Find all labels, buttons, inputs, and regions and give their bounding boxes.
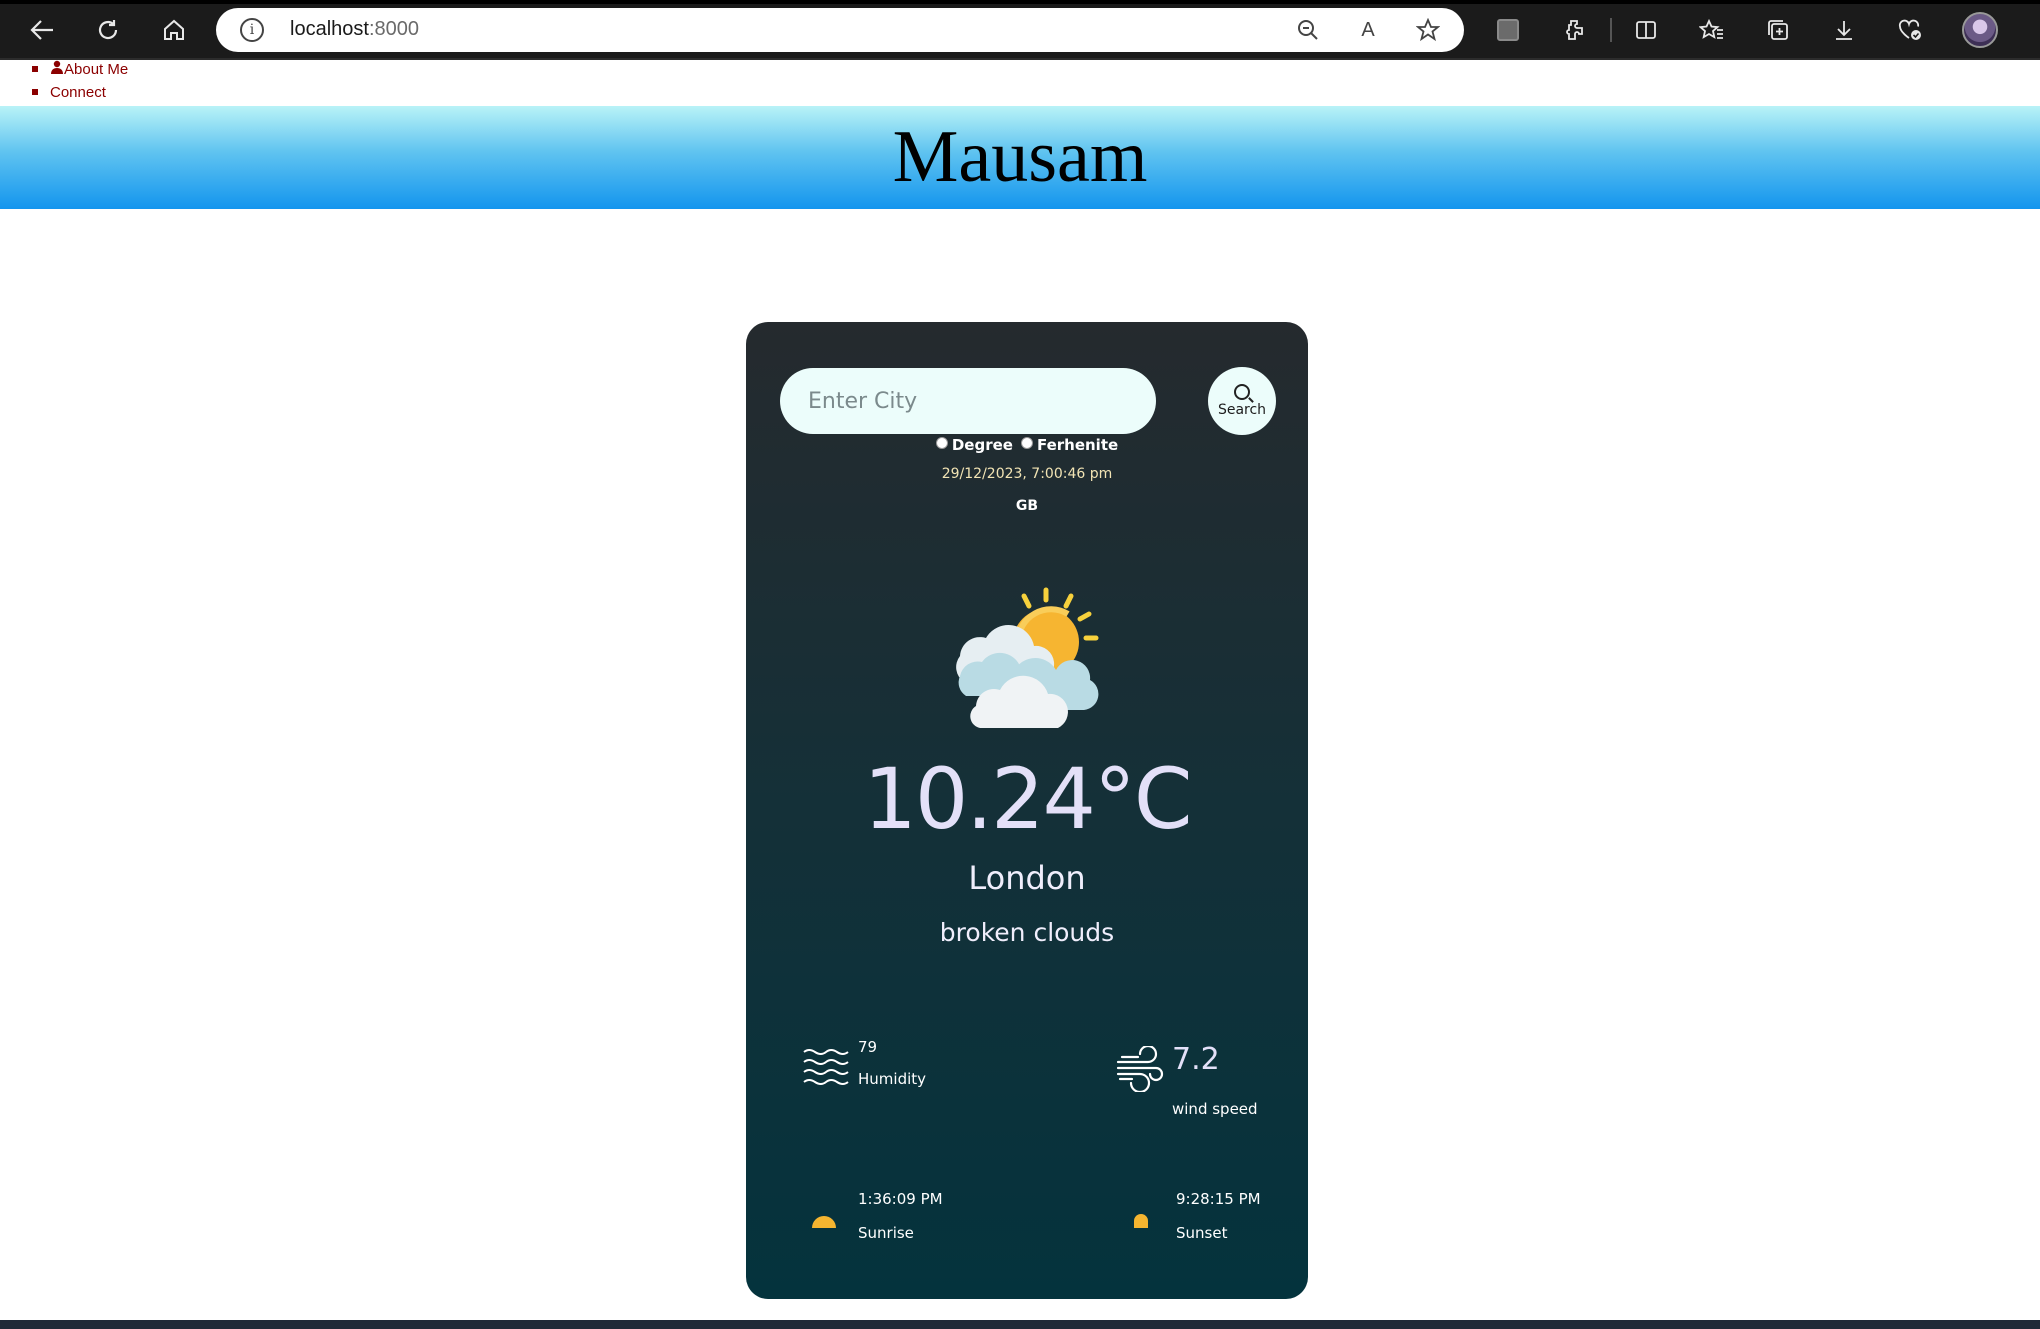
collections-icon[interactable] (1758, 10, 1798, 50)
degree-label: Degree (951, 436, 1013, 454)
page-title: Mausam (892, 116, 1148, 198)
wind-speed-value: 7.2 (1172, 1042, 1220, 1077)
temperature: 10.24°C (863, 750, 1192, 848)
nav-item-connect[interactable]: Connect (32, 81, 128, 104)
page-nav-list: About Me Connect (32, 58, 128, 104)
weather-card: Search Degree Ferhenite 29/12/2023, 7:00:… (746, 322, 1308, 1299)
search-button[interactable]: Search (1208, 367, 1276, 435)
address-bar[interactable]: i localhost:8000 A (216, 8, 1464, 52)
person-icon (50, 58, 64, 81)
zoom-out-icon[interactable] (1294, 16, 1322, 44)
back-icon[interactable] (22, 10, 62, 50)
humidity-label: Humidity (858, 1070, 927, 1088)
address-url[interactable]: localhost:8000 (290, 18, 419, 41)
nav-connect-label[interactable]: Connect (50, 84, 106, 101)
city-name: London (968, 859, 1086, 897)
unit-selector: Degree Ferhenite (746, 436, 1308, 454)
toolbar-top-edge (0, 0, 2040, 4)
weather-description: broken clouds (939, 918, 1115, 947)
humidity-value: 79 (858, 1038, 878, 1056)
downloads-icon[interactable] (1824, 10, 1864, 50)
nav-about-me-label[interactable]: About Me (64, 61, 128, 78)
fahrenheit-label: Ferhenite (1036, 436, 1119, 454)
sunset-icon (1134, 1214, 1148, 1228)
reload-icon[interactable] (88, 10, 128, 50)
favorites-icon[interactable] (1692, 10, 1732, 50)
search-icon (1234, 384, 1250, 400)
humidity-waves-icon (803, 1049, 849, 1085)
profile-avatar[interactable] (1962, 12, 1998, 48)
nav-item-about-me[interactable]: About Me (32, 58, 128, 81)
fahrenheit-radio[interactable] (1020, 437, 1033, 449)
sunset-label: Sunset (1176, 1224, 1228, 1242)
split-screen-icon[interactable] (1626, 10, 1666, 50)
search-button-label: Search (1217, 402, 1267, 418)
browser-essentials-icon[interactable] (1890, 10, 1930, 50)
wind-speed-label: wind speed (1172, 1100, 1258, 1118)
extension-app-icon[interactable] (1488, 10, 1528, 50)
country-code: GB (1015, 498, 1039, 514)
extensions-icon[interactable] (1554, 10, 1594, 50)
header-banner: Mausam (0, 106, 2040, 209)
city-search-input[interactable] (780, 368, 1156, 434)
sunrise-icon (812, 1216, 836, 1228)
favorite-star-icon[interactable] (1414, 16, 1442, 44)
read-aloud-icon[interactable]: A (1354, 16, 1382, 44)
taskbar-edge (0, 1320, 2040, 1329)
site-info-icon[interactable]: i (240, 18, 264, 42)
wind-icon (1116, 1046, 1164, 1092)
sunrise-label: Sunrise (858, 1224, 914, 1242)
sunrise-time: 1:36:09 PM (858, 1190, 943, 1208)
sunset-time: 9:28:15 PM (1176, 1190, 1261, 1208)
home-icon[interactable] (154, 10, 194, 50)
partly-cloudy-icon (956, 587, 1099, 728)
browser-toolbar: i localhost:8000 A (0, 0, 2040, 60)
date-time: 29/12/2023, 7:00:46 pm (941, 466, 1113, 482)
degree-radio[interactable] (935, 437, 948, 449)
toolbar-separator (1610, 18, 1612, 42)
